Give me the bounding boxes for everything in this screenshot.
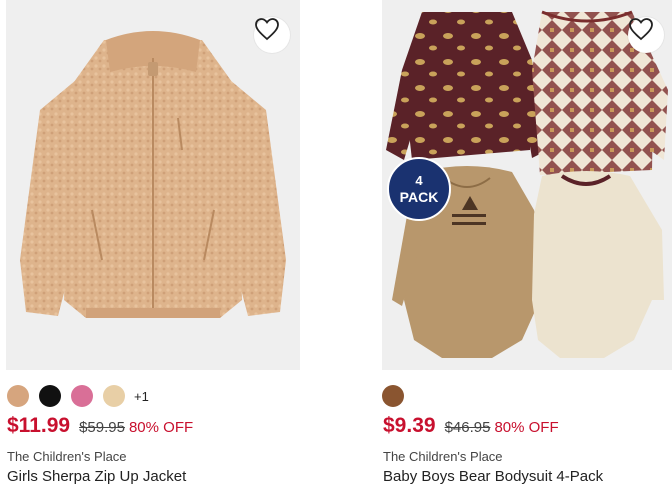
product-card[interactable]: +1 $11.99 $59.95 80% OFF The Children's … bbox=[6, 0, 300, 485]
color-swatches bbox=[382, 385, 414, 407]
color-swatch-black[interactable] bbox=[39, 385, 61, 407]
pack-badge-number: 4 bbox=[415, 173, 423, 188]
discount-label: 80% OFF bbox=[128, 419, 194, 436]
color-swatch-tan[interactable] bbox=[7, 385, 29, 407]
jacket-image bbox=[20, 31, 286, 318]
pack-badge: 4 PACK bbox=[387, 157, 451, 221]
color-swatch-pink[interactable] bbox=[71, 385, 93, 407]
product-card[interactable]: 4 PACK $9.39 $46.95 80% OFF The Children… bbox=[382, 0, 672, 485]
more-colors-count[interactable]: +1 bbox=[134, 389, 149, 404]
product-title[interactable]: Girls Sherpa Zip Up Jacket bbox=[7, 468, 186, 485]
pack-badge-label: PACK bbox=[399, 189, 439, 205]
color-swatches: +1 bbox=[7, 385, 149, 407]
original-price: $46.95 bbox=[444, 419, 491, 436]
color-swatch-brown[interactable] bbox=[382, 385, 404, 407]
wishlist-button[interactable] bbox=[628, 17, 664, 53]
discount-label: 80% OFF bbox=[494, 419, 559, 436]
color-swatch-cream[interactable] bbox=[103, 385, 125, 407]
wishlist-button[interactable] bbox=[254, 17, 290, 53]
product-image[interactable]: 4 PACK bbox=[382, 0, 672, 370]
sale-price: $11.99 bbox=[7, 414, 71, 437]
brand-name: The Children's Place bbox=[383, 449, 503, 464]
price-row: $9.39 $46.95 80% OFF bbox=[383, 414, 559, 438]
product-title[interactable]: Baby Boys Bear Bodysuit 4-Pack bbox=[383, 468, 603, 485]
price-row: $11.99 $59.95 80% OFF bbox=[7, 414, 193, 438]
brand-name: The Children's Place bbox=[7, 449, 127, 464]
product-image[interactable] bbox=[6, 0, 300, 370]
sale-price: $9.39 bbox=[383, 414, 436, 437]
original-price: $59.95 bbox=[79, 419, 125, 436]
